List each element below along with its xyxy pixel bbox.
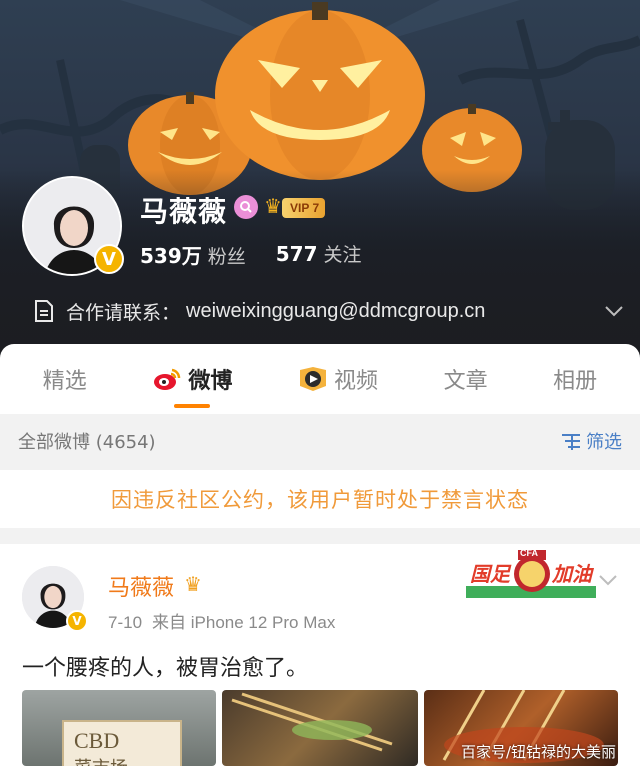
profile-avatar[interactable]: V [22, 176, 124, 276]
video-play-icon [299, 367, 326, 391]
photo-sign-title: CBD [74, 728, 120, 753]
tab-weibo[interactable]: 微博 [152, 344, 232, 414]
tab-label: 相册 [553, 369, 598, 394]
tab-label: 精选 [42, 369, 87, 394]
post-body-text: 一个腰疼的人，被胃治愈了。 [22, 656, 309, 681]
following-stat[interactable]: 577 关注 [276, 240, 362, 269]
post-photo[interactable]: CBD 菜市场 [22, 690, 216, 766]
tab-articles[interactable]: 文章 [444, 344, 488, 414]
verified-badge-icon: V [94, 244, 124, 274]
followers-stat[interactable]: 539万 粉丝 [140, 240, 246, 269]
weibo-logo-icon [154, 368, 181, 390]
source-watermark: 百家号/钮钴禄的大美丽 [460, 743, 616, 761]
following-label: 关注 [323, 244, 362, 266]
tab-label: 视频 [333, 369, 378, 394]
chevron-down-icon[interactable] [598, 574, 618, 586]
post-photo[interactable] [222, 690, 418, 766]
post-meta: 7-10 来自 iPhone 12 Pro Max [108, 608, 335, 633]
feed-filter-bar: 全部微博 (4654) 筛选 [0, 414, 640, 468]
tab-label: 文章 [443, 369, 488, 394]
all-posts-count[interactable]: 全部微博 (4654) [18, 428, 156, 454]
tab-label: 微博 [188, 369, 233, 394]
chevron-down-icon[interactable] [604, 305, 624, 317]
tab-featured[interactable]: 精选 [43, 344, 87, 414]
verified-badge-icon: V [66, 610, 88, 632]
tab-album[interactable]: 相册 [553, 344, 597, 414]
post-author-name[interactable]: 马薇薇 [108, 570, 174, 602]
sticker-text-right: 加油 [552, 562, 592, 586]
post-photo[interactable]: 百家号/钮钴禄的大美丽 [424, 690, 618, 766]
post-date: 7-10 [108, 613, 143, 632]
mute-notice: 因违反社区公约，该用户暂时处于禁言状态 [0, 470, 640, 528]
vip-crown-icon: ♛ [264, 194, 282, 218]
sticker-text-left: 国足 [470, 562, 510, 586]
contact-email: weiweixingguang@ddmcgroup.cn [186, 299, 486, 322]
photo-sign: CBD 菜市场 [62, 720, 182, 766]
search-badge-icon[interactable] [234, 195, 258, 219]
contact-info-row[interactable]: 合作请联系： weiweixingguang@ddmcgroup.cn [34, 296, 624, 326]
post-source: 来自 iPhone 12 Pro Max [152, 613, 336, 632]
post-card[interactable]: V 马薇薇 ♛ 7-10 来自 iPhone 12 Pro Max CFA 国足 … [0, 544, 640, 766]
profile-tabs: 精选 微博 视频 文章 相册 [0, 344, 640, 414]
profile-name: 马薇薇 [140, 195, 228, 228]
filter-label: 筛选 [586, 432, 622, 453]
contact-label: 合作请联系： [66, 301, 181, 324]
following-count: 577 [275, 242, 318, 266]
vip-crown-icon: ♛ [184, 572, 202, 596]
filter-icon [562, 434, 580, 450]
food-skewers-image [231, 692, 393, 752]
photo-sign-subtitle: 菜市场 [74, 754, 170, 766]
filter-button[interactable]: 筛选 [560, 428, 622, 454]
tab-video[interactable]: 视频 [298, 344, 378, 414]
profile-stats: 539万 粉丝 577 关注 [140, 240, 362, 269]
followers-count: 539万 [140, 244, 202, 268]
sticker-badge-text: CFA [520, 548, 538, 558]
cheer-national-team-sticker: CFA 国足 加油 [466, 544, 596, 600]
document-icon [35, 300, 53, 322]
vip-level-badge[interactable]: VIP 7 [282, 198, 326, 218]
followers-label: 粉丝 [207, 246, 246, 268]
